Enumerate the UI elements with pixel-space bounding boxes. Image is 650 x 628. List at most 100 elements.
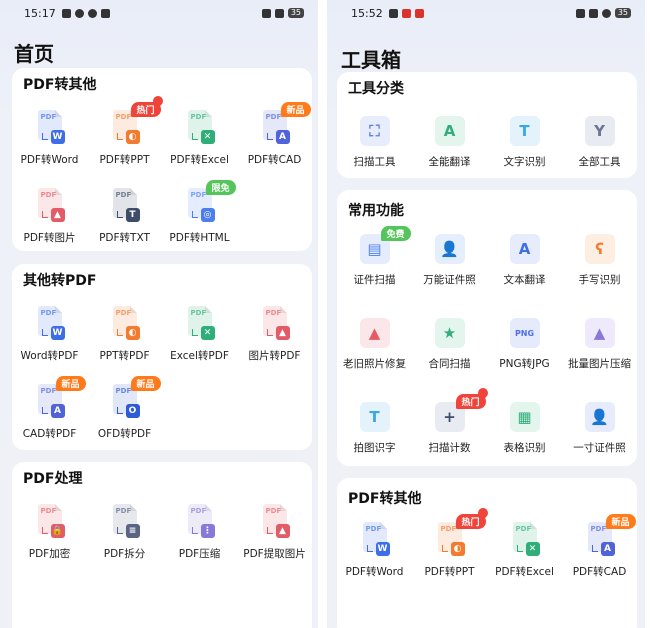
pdf-text-mark: PDF [40,309,57,317]
message-icon [100,8,110,18]
tool-item[interactable]: PDF ▲ PDF提取图片 [235,504,315,561]
convert-arrow-icon [191,133,198,140]
pdf-file-icon: PDF W [360,522,390,556]
tool-item[interactable]: PDF ✕ Excel转PDF [160,306,240,363]
toolbox-screen: 15:52 35 工具箱 工具分类 ⛶ 扫描工具 A 全能翻译 T 文字识别 Y 全部工具 常… [327,0,645,628]
pdf-file-icon: PDF ▲ [35,188,65,222]
tool-label: 万能证件照 [423,274,476,286]
tool-item[interactable]: PDF 🔒 PDF加密 [10,504,90,561]
tool-item[interactable]: PDF ◐ PPT转PDF [85,306,165,363]
pdf-text-mark: PDF [40,507,57,515]
tool-item[interactable]: ★ 合同扫描 [410,318,490,371]
tool-item[interactable]: T 拍图识字 [335,402,415,455]
convert-arrow-icon [116,211,123,218]
tool-label: 证件扫描 [353,274,396,286]
tool-item[interactable]: T 文字识别 [485,116,565,169]
tool-item[interactable]: 👤 一寸证件照 [560,402,640,455]
tool-item[interactable]: PDF ✕ PDF转Excel [160,110,240,167]
tool-item[interactable]: PDF W PDF转Word [10,110,90,167]
convert-arrow-icon [441,545,448,552]
notification-icon [388,8,398,18]
tool-label: 文字识别 [503,156,546,168]
section-title: PDF转其他 [348,491,422,507]
tool-item[interactable]: PDF A PDF转CAD 新品 [560,514,640,579]
pdf-text-mark: PDF [40,113,57,121]
promo-tag: 新品 [55,376,86,391]
tool-item[interactable]: PDF ✕ PDF转Excel [485,522,565,579]
tool-item[interactable]: + 扫描计数 热门 [410,394,490,455]
convert-arrow-icon [191,329,198,336]
pdf-file-icon: PDF ◐ [110,306,140,340]
tool-item[interactable]: ▤ 证件扫描 免费 [335,226,415,287]
tool-label: PDF转Word [345,566,404,578]
pdf-file-icon: PDF ⋮ [185,504,215,538]
tool-item[interactable]: ⛶ 扫描工具 [335,116,415,169]
tool-item[interactable]: PDF W PDF转Word [335,522,415,579]
pdf-file-icon: PDF W [35,110,65,144]
tool-item[interactable]: PDF ◎ PDF转HTML 限免 [160,180,240,245]
tool-item[interactable]: ▲ 批量图片压缩 [560,318,640,371]
tool-label: PPT转PDF [99,350,150,362]
tool-item[interactable]: A 全能翻译 [410,116,490,169]
tool-icon: ▦ [509,402,540,432]
page-title: 工具箱 [341,48,401,72]
tool-item[interactable]: PNG PNG转JPG [485,318,565,371]
format-badge-icon: ◐ [125,326,140,340]
tool-item[interactable]: A 文本翻译 [485,234,565,287]
tool-item[interactable]: Y 全部工具 [560,116,640,169]
convert-arrow-icon [266,527,273,534]
page-title: 首页 [14,42,54,66]
tool-item[interactable]: PDF ▲ PDF转图片 [10,188,90,245]
pdf-text-mark: PDF [115,387,132,395]
format-badge-icon: ◎ [200,208,215,222]
tool-label: PDF转Word [20,154,79,166]
convert-arrow-icon [41,133,48,140]
tool-label: 全部工具 [578,156,621,168]
pdf-text-mark: PDF [115,309,132,317]
convert-arrow-icon [41,407,48,414]
tool-item[interactable]: PDF A CAD转PDF 新品 [10,376,90,441]
tool-label: CAD转PDF [22,428,77,440]
promo-tag: 新品 [280,102,311,117]
convert-arrow-icon [366,545,373,552]
tool-item[interactable]: 👤 万能证件照 [410,234,490,287]
pdf-text-mark: PDF [365,525,382,533]
app-icon [401,8,411,18]
pdf-text-mark: PDF [190,113,207,121]
convert-arrow-icon [41,211,48,218]
status-time: 15:17 [24,6,56,20]
status-time: 15:52 [351,6,383,20]
promo-tag: 热门 [455,394,486,409]
section-pdf-processing: PDF处理 PDF 🔒 PDF加密 PDF ≡ PDF拆分 PDF ⋮ PDF压缩 PDF ▲ PDF… [12,462,312,628]
pdf-text-mark: PDF [265,507,282,515]
promo-tag: 限免 [205,180,236,195]
tool-item[interactable]: PDF ⋮ PDF压缩 [160,504,240,561]
convert-arrow-icon [116,407,123,414]
tool-item[interactable]: PDF ◐ PDF转PPT 热门 [410,514,490,579]
tool-item[interactable]: PDF ◐ PDF转PPT 热门 [85,102,165,167]
tool-label: PDF转PPT [99,154,150,166]
pdf-file-icon: PDF W [35,306,65,340]
tool-item[interactable]: PDF A PDF转CAD 新品 [235,102,315,167]
section-title: PDF处理 [23,471,83,487]
tool-item[interactable]: PDF T PDF转TXT [85,188,165,245]
pdf-file-icon: PDF ≡ [110,504,140,538]
tool-item[interactable]: ▦ 表格识别 [485,402,565,455]
format-badge-icon: ▲ [275,326,290,340]
section-title: 其他转PDF [23,273,97,289]
convert-arrow-icon [41,527,48,534]
format-badge-icon: 🔒 [50,524,65,538]
tool-label: PDF转Excel [495,566,554,578]
tool-item[interactable]: PDF ▲ 图片转PDF [235,306,315,363]
pdf-text-mark: PDF [40,191,57,199]
format-badge-icon: ◐ [125,130,140,144]
tool-item[interactable]: PDF W Word转PDF [10,306,90,363]
tool-label: Excel转PDF [170,350,229,362]
tool-item[interactable]: ʕ 手写识别 [560,234,640,287]
convert-arrow-icon [591,545,598,552]
tool-item[interactable]: ▲ 老旧照片修复 [335,318,415,371]
tool-item[interactable]: PDF ≡ PDF拆分 [85,504,165,561]
pdf-text-mark: PDF [40,387,57,395]
wifi-icon [601,8,611,18]
tool-item[interactable]: PDF O OFD转PDF 新品 [85,376,165,441]
